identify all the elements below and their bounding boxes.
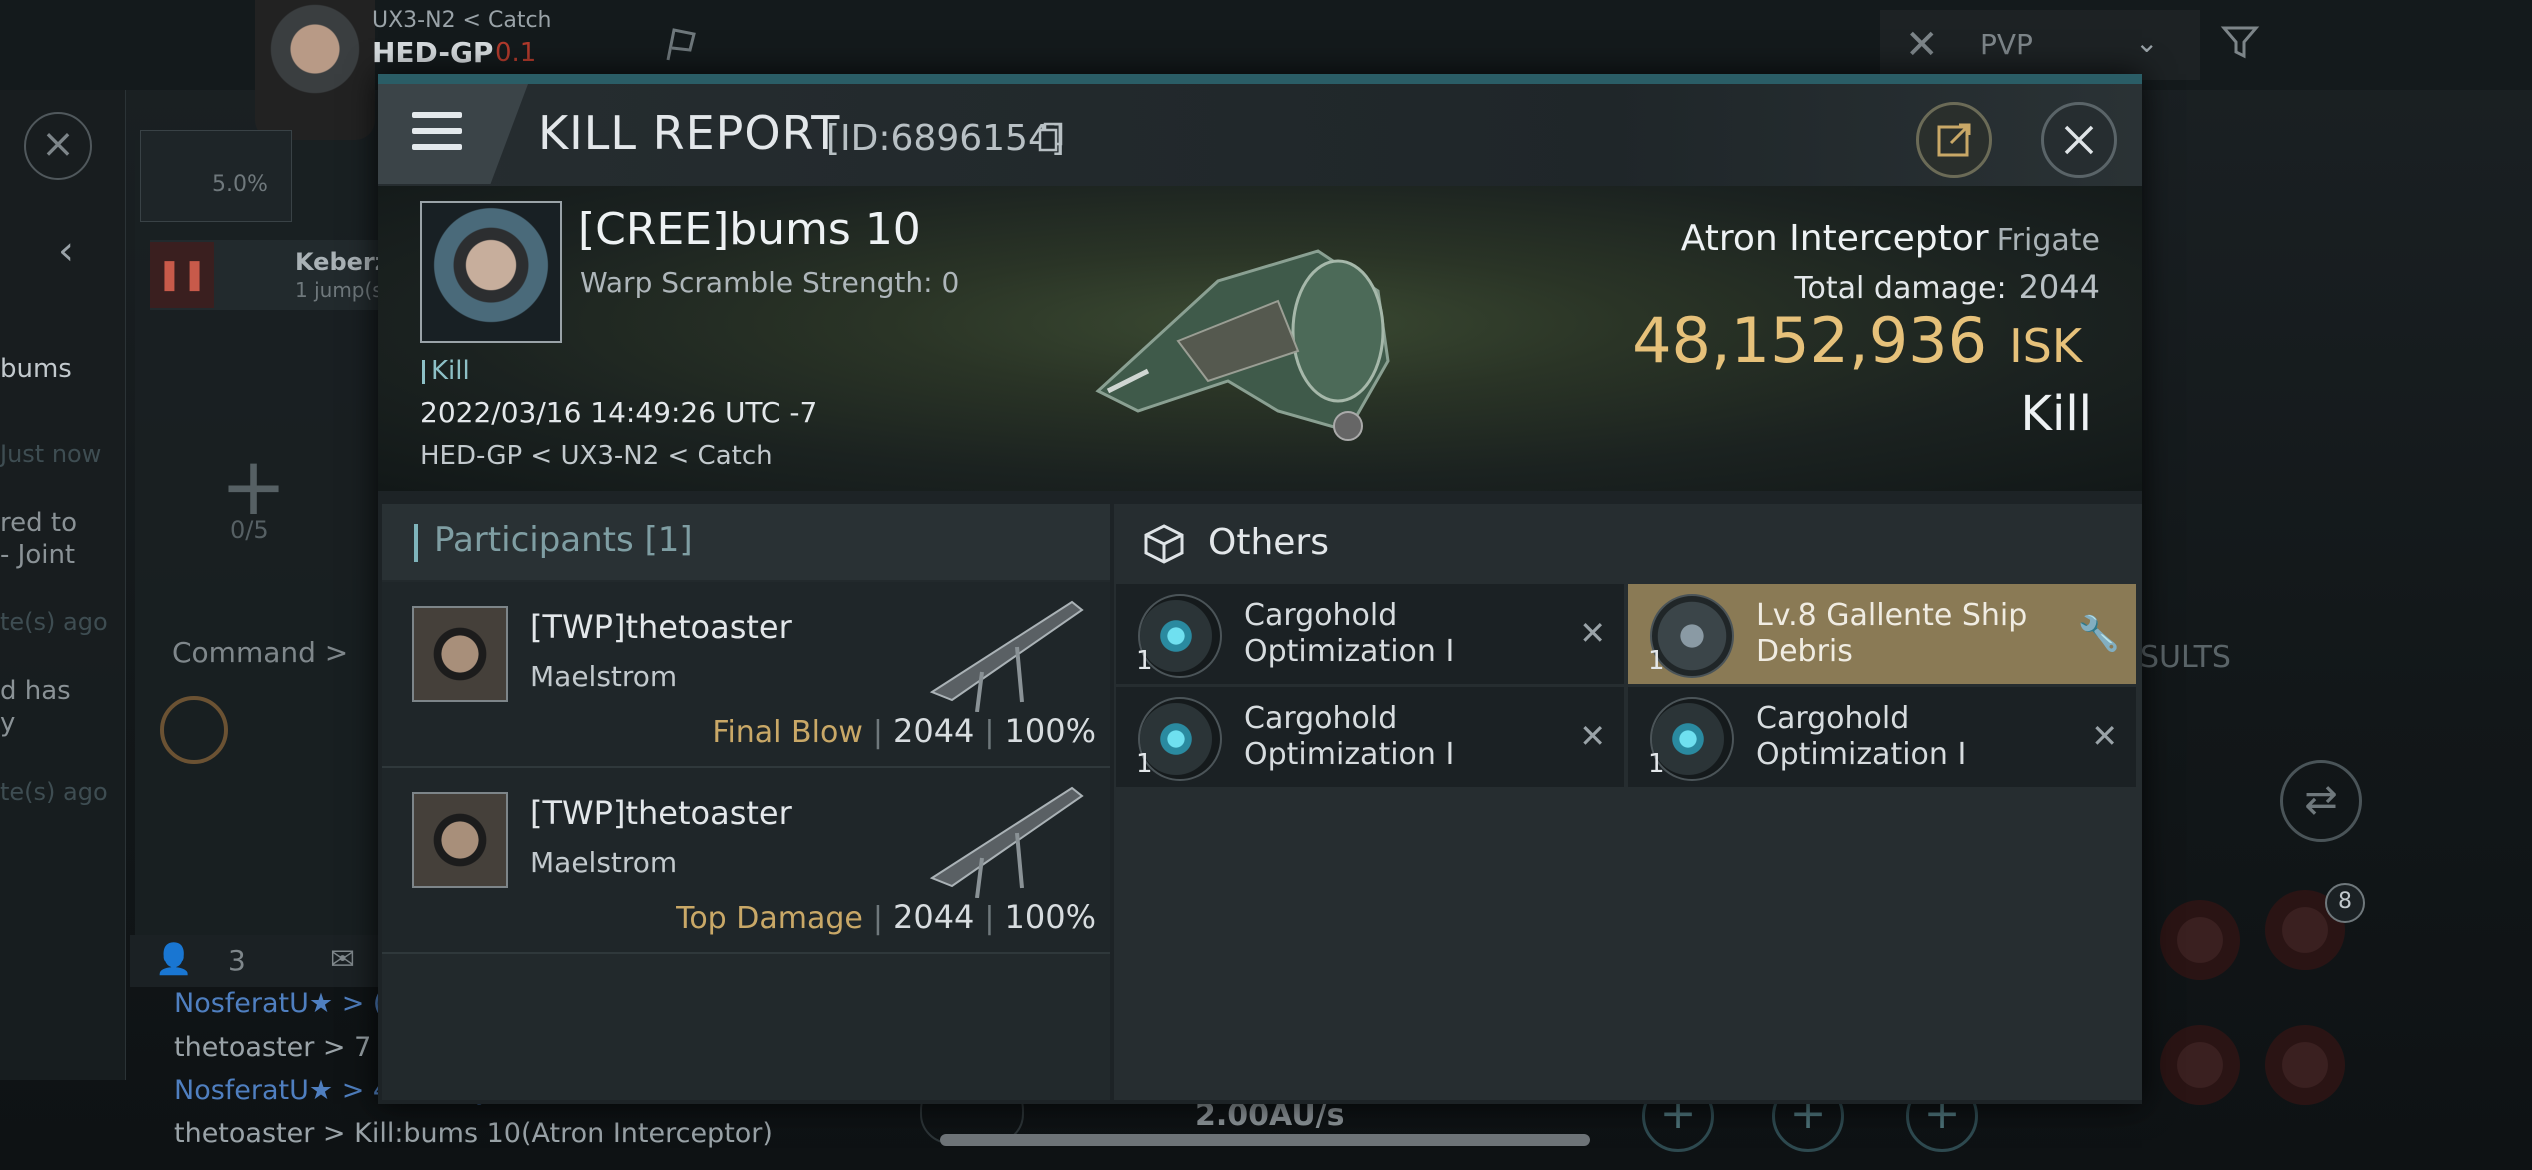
mail-icon[interactable]: ✉ [330, 942, 355, 977]
kill-datetime: 2022/03/16 14:49:26 UTC -7 [420, 396, 818, 429]
flag-icon[interactable] [660, 26, 700, 62]
module-slot[interactable] [2160, 900, 2240, 980]
ship-image [1095, 249, 1390, 441]
target-ring-icon[interactable] [160, 696, 228, 764]
participants-header: Participants [1] [382, 504, 1110, 580]
total-damage: Total damage: 2044 [1794, 268, 2100, 306]
module-slot[interactable] [2265, 1025, 2345, 1105]
item-quantity: 1 [1136, 749, 1153, 779]
item-name: Cargohold Optimization I [1244, 701, 1455, 772]
participant-ship: Maelstrom [530, 660, 678, 693]
weapon-icon [929, 600, 1084, 712]
left-text-5: te(s) ago [0, 608, 108, 636]
module-slot[interactable] [2160, 1025, 2240, 1105]
crossed-swords-icon: ✕ [1905, 22, 1939, 68]
chat-member-count: 3 [228, 944, 246, 977]
participant-avatar[interactable] [412, 792, 508, 888]
participant-ship: Maelstrom [530, 846, 678, 879]
participant-avatar[interactable] [412, 606, 508, 702]
jump-count: 1 jump(s [295, 278, 383, 302]
close-icon[interactable] [2041, 102, 2117, 178]
victim-panel: [CREE]bums 10 Warp Scramble Strength: 0 … [378, 186, 2142, 491]
destroyed-icon: ✕ [1579, 614, 1606, 652]
weapon-icon [929, 786, 1084, 898]
left-text-3: red to [0, 508, 77, 538]
isk-value: 48,152,936 ISK [1632, 304, 2082, 377]
left-text-8: te(s) ago [0, 778, 108, 806]
dialog-title: KILL REPORT [538, 106, 841, 160]
chat-line: NosferatU★ > ( [174, 988, 384, 1019]
destroyed-icon: ✕ [2091, 717, 2118, 755]
header-accent [414, 524, 418, 562]
home-indicator[interactable] [940, 1134, 1590, 1146]
participant-stats: Final Blow | 2044 | 100% [712, 712, 1096, 750]
victim-tag: Kill [422, 356, 470, 386]
pause-button[interactable]: ❚❚ [150, 242, 214, 308]
dialog-header: KILL REPORT [ID:6896154] [378, 84, 2142, 186]
kill-result: Kill [2020, 386, 2092, 442]
left-text-7: y [0, 708, 16, 738]
kill-location: HED-GP < UX3-N2 < Catch [420, 441, 773, 471]
wrench-icon[interactable]: 🔧 [2078, 614, 2120, 654]
player-avatar[interactable] [255, 0, 375, 140]
left-close-button[interactable]: × [24, 112, 92, 180]
loot-item[interactable]: 1 Cargohold Optimization I ✕ [1116, 584, 1624, 684]
menu-icon [412, 112, 462, 156]
loot-item[interactable]: 1 Lv.8 Gallente Ship Debris 🔧 [1628, 584, 2136, 684]
swap-icon[interactable]: ⇄ [2280, 760, 2362, 842]
kill-report-dialog: KILL REPORT [ID:6896154] [CREE]bums 10 W… [378, 74, 2142, 1104]
chevron-left-icon[interactable]: ‹ [58, 228, 74, 274]
participant-row[interactable]: [TWP]thetoaster Maelstrom Final Blow | 204… [382, 582, 1110, 768]
security-status: 0.1 [495, 38, 537, 68]
loot-item[interactable]: 1 Cargohold Optimization I ✕ [1116, 687, 1624, 787]
item-quantity: 1 [1136, 646, 1153, 676]
destroyed-icon: ✕ [1579, 717, 1606, 755]
command-button[interactable]: Command > [172, 636, 348, 669]
others-title: Others [1208, 522, 1329, 563]
chat-line: thetoaster > 7 g [174, 1032, 398, 1063]
victim-portrait[interactable] [420, 201, 562, 343]
slot-count: 0/5 [230, 516, 269, 544]
results-label: SULTS [2140, 640, 2231, 675]
others-panel: Others 1 Cargohold Optimization I ✕ 1 Lv… [1114, 504, 2142, 1100]
warp-scramble-strength: Warp Scramble Strength: 0 [580, 266, 960, 299]
participant-name: [TWP]thetoaster [530, 608, 792, 646]
item-name: Lv.8 Gallente Ship Debris [1756, 598, 2028, 669]
location-sub: UX3-N2 < Catch [372, 8, 552, 33]
ship-name: Atron Interceptor Frigate [1680, 218, 2100, 259]
item-quantity: 1 [1648, 646, 1665, 676]
location-main[interactable]: HED-GP [372, 36, 493, 69]
share-icon[interactable] [1916, 102, 1992, 178]
others-header: Others [1114, 504, 2142, 580]
participant-name: [TWP]thetoaster [530, 794, 792, 832]
copy-icon[interactable] [1038, 122, 1064, 152]
cube-icon [1144, 524, 1184, 564]
left-text-6: d has [0, 676, 71, 706]
left-text-2: Just now [0, 440, 102, 468]
module-badge: 8 [2325, 883, 2365, 923]
filter-icon[interactable] [2220, 22, 2260, 62]
report-id: [ID:6896154] [826, 118, 1065, 159]
jump-target-name: Keberz [295, 248, 389, 276]
menu-button[interactable] [378, 84, 528, 184]
item-quantity: 1 [1648, 749, 1665, 779]
participants-title: Participants [1] [434, 520, 693, 560]
left-text-4: - Joint [0, 540, 76, 570]
loot-item[interactable]: 1 Cargohold Optimization I ✕ [1628, 687, 2136, 787]
participant-row[interactable]: [TWP]thetoaster Maelstrom Top Damage | 204… [382, 768, 1110, 954]
pvp-label: PVP [1980, 28, 2033, 61]
chat-line: thetoaster > Kill:bums 10(Atron Intercep… [174, 1118, 773, 1149]
people-icon[interactable]: 👤 [155, 942, 192, 977]
victim-name[interactable]: [CREE]bums 10 [578, 204, 921, 255]
share-percent: 5.0% [212, 172, 268, 197]
item-name: Cargohold Optimization I [1756, 701, 1967, 772]
left-text-1: bums [0, 354, 72, 384]
chevron-down-icon[interactable]: ⌄ [2135, 26, 2158, 59]
participant-stats: Top Damage | 2044 | 100% [676, 898, 1096, 936]
item-name: Cargohold Optimization I [1244, 598, 1455, 669]
participants-panel: Participants [1] [TWP]thetoaster Maelstr… [382, 504, 1110, 1100]
